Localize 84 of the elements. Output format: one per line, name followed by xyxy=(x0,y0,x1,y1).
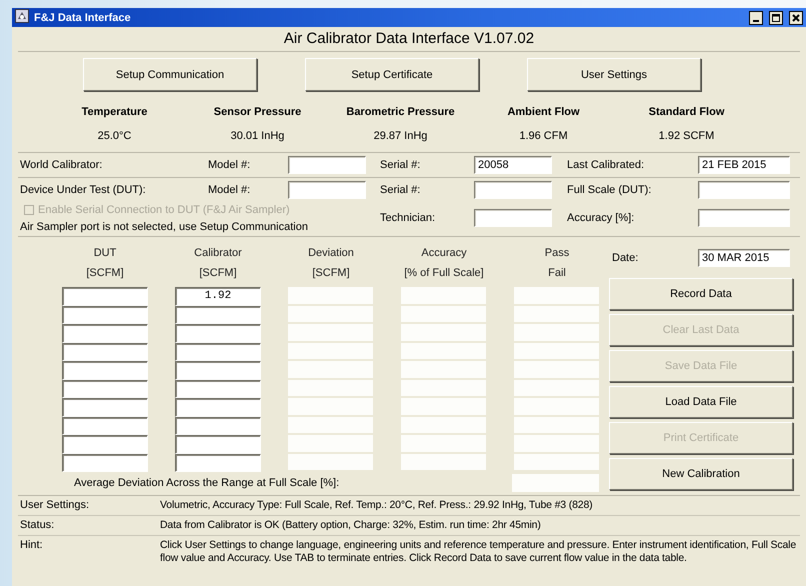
info-text: Click User Settings to change language, engineering units and reference temperature and pressure. Enter instrument identification, Full Scale flow value and Accuracy. Use TAB to terminate entries. Click Record Data to save current flow value in the data table. xyxy=(160,539,798,565)
info-text: Data from Calibrator is OK (Battery option, Charge: 32%, Estim. run time: 2hr 45min) xyxy=(160,519,542,532)
table-cell[interactable] xyxy=(62,398,148,416)
input-field[interactable] xyxy=(288,156,366,174)
table-cell[interactable] xyxy=(62,454,148,472)
setup-button[interactable]: User Settings xyxy=(527,58,701,91)
field-label: Last Calibrated: xyxy=(567,159,644,171)
app-title: Air Calibrator Data Interface V1.07.02 xyxy=(284,30,534,47)
reading-label: Standard Flow xyxy=(648,106,724,118)
reading-value: 25.0°C xyxy=(98,130,132,142)
table-cell[interactable] xyxy=(175,416,261,435)
column-unit: [% of Full Scale] xyxy=(404,267,484,279)
field-label: Device Under Test (DUT): xyxy=(20,184,146,196)
table-cell[interactable] xyxy=(62,306,148,324)
table-cell[interactable] xyxy=(175,454,261,472)
table-cell[interactable] xyxy=(62,324,148,342)
table-cell[interactable] xyxy=(62,342,148,361)
input-field[interactable]: 20058 xyxy=(474,156,552,174)
checkbox-label: Enable Serial Connection to DUT (F&J Air Sampler) xyxy=(38,204,290,216)
reading-value: 1.92 SCFM xyxy=(658,130,714,142)
field-label: Technician: xyxy=(379,212,436,224)
input-field[interactable]: 21 FEB 2015 xyxy=(698,156,790,174)
info-label: Hint: xyxy=(20,539,44,553)
reading-value: 30.01 InHg xyxy=(230,130,284,142)
app-icon xyxy=(15,9,29,23)
column-heading: Accuracy xyxy=(421,247,467,259)
field-label: Serial #: xyxy=(379,159,420,171)
table-cell[interactable] xyxy=(175,435,261,454)
reading-value: 29.87 InHg xyxy=(374,130,428,142)
column-unit: [SCFM] xyxy=(86,267,124,279)
window-title: F&J Data Interface xyxy=(34,12,132,24)
field-label: Date: xyxy=(611,252,640,264)
column-heading: DUT xyxy=(94,247,116,259)
maximize-icon xyxy=(771,12,781,22)
info-label: User Settings: xyxy=(20,499,90,512)
column-heading: Deviation xyxy=(308,247,354,259)
setup-button[interactable]: Setup Communication xyxy=(83,58,257,91)
action-button[interactable]: Load Data File xyxy=(609,386,793,418)
input-field[interactable]: 30 MAR 2015 xyxy=(698,249,790,267)
reading-label: Sensor Pressure xyxy=(214,106,302,118)
field-label: World Calibrator: xyxy=(20,159,102,171)
table-cell[interactable] xyxy=(175,324,261,342)
table-cell[interactable] xyxy=(175,306,261,324)
close-button[interactable] xyxy=(789,10,803,24)
info-label: Status: xyxy=(20,519,56,532)
column-heading: Pass xyxy=(544,247,570,259)
field-label: Serial #: xyxy=(379,184,420,196)
action-button[interactable]: New Calibration xyxy=(609,458,793,490)
field-label: Accuracy [%]: xyxy=(567,212,634,224)
field-label: Full Scale (DUT): xyxy=(567,184,652,196)
table-cell[interactable] xyxy=(175,398,261,416)
minimize-icon xyxy=(753,20,759,22)
reading-label: Temperature xyxy=(82,106,148,118)
setup-button[interactable]: Setup Certificate xyxy=(305,58,479,91)
table-cell[interactable] xyxy=(175,380,261,398)
port-note: Air Sampler port is not selected, use Setup Communication xyxy=(20,221,309,233)
field-label: Model #: xyxy=(208,184,250,196)
reading-label: Ambient Flow xyxy=(507,106,580,118)
reading-value: 1.96 CFM xyxy=(519,130,568,142)
column-unit: [SCFM] xyxy=(312,267,350,279)
input-field[interactable] xyxy=(288,181,366,199)
input-field[interactable] xyxy=(698,208,790,226)
average-label: Average Deviation Across the Range at Full Scale [%]: xyxy=(74,477,340,489)
field-label: Model #: xyxy=(208,159,250,171)
input-field[interactable] xyxy=(474,208,552,226)
table-cell[interactable] xyxy=(62,435,148,454)
table-cell[interactable] xyxy=(175,342,261,361)
reading-label: Barometric Pressure xyxy=(346,106,455,118)
input-field[interactable] xyxy=(698,181,790,199)
table-cell[interactable] xyxy=(175,361,261,380)
info-text: Volumetric, Accuracy Type: Full Scale, Ref. Temp.: 20°C, Ref. Press.: 29.92 InHg, Tube #3 (828) xyxy=(160,499,594,512)
table-cell[interactable] xyxy=(62,287,148,306)
table-cell[interactable] xyxy=(62,380,148,398)
column-heading: Calibrator xyxy=(194,247,242,259)
table-cell[interactable]: 1.92 xyxy=(175,287,261,306)
minimize-button[interactable] xyxy=(749,10,763,24)
maximize-button[interactable] xyxy=(769,10,783,24)
column-unit: [SCFM] xyxy=(199,267,237,279)
input-field[interactable] xyxy=(474,181,552,199)
action-button[interactable]: Record Data xyxy=(609,278,793,310)
column-unit: Fail xyxy=(548,267,566,279)
table-cell[interactable] xyxy=(62,416,148,435)
table-cell[interactable] xyxy=(62,361,148,380)
close-icon xyxy=(791,12,801,22)
